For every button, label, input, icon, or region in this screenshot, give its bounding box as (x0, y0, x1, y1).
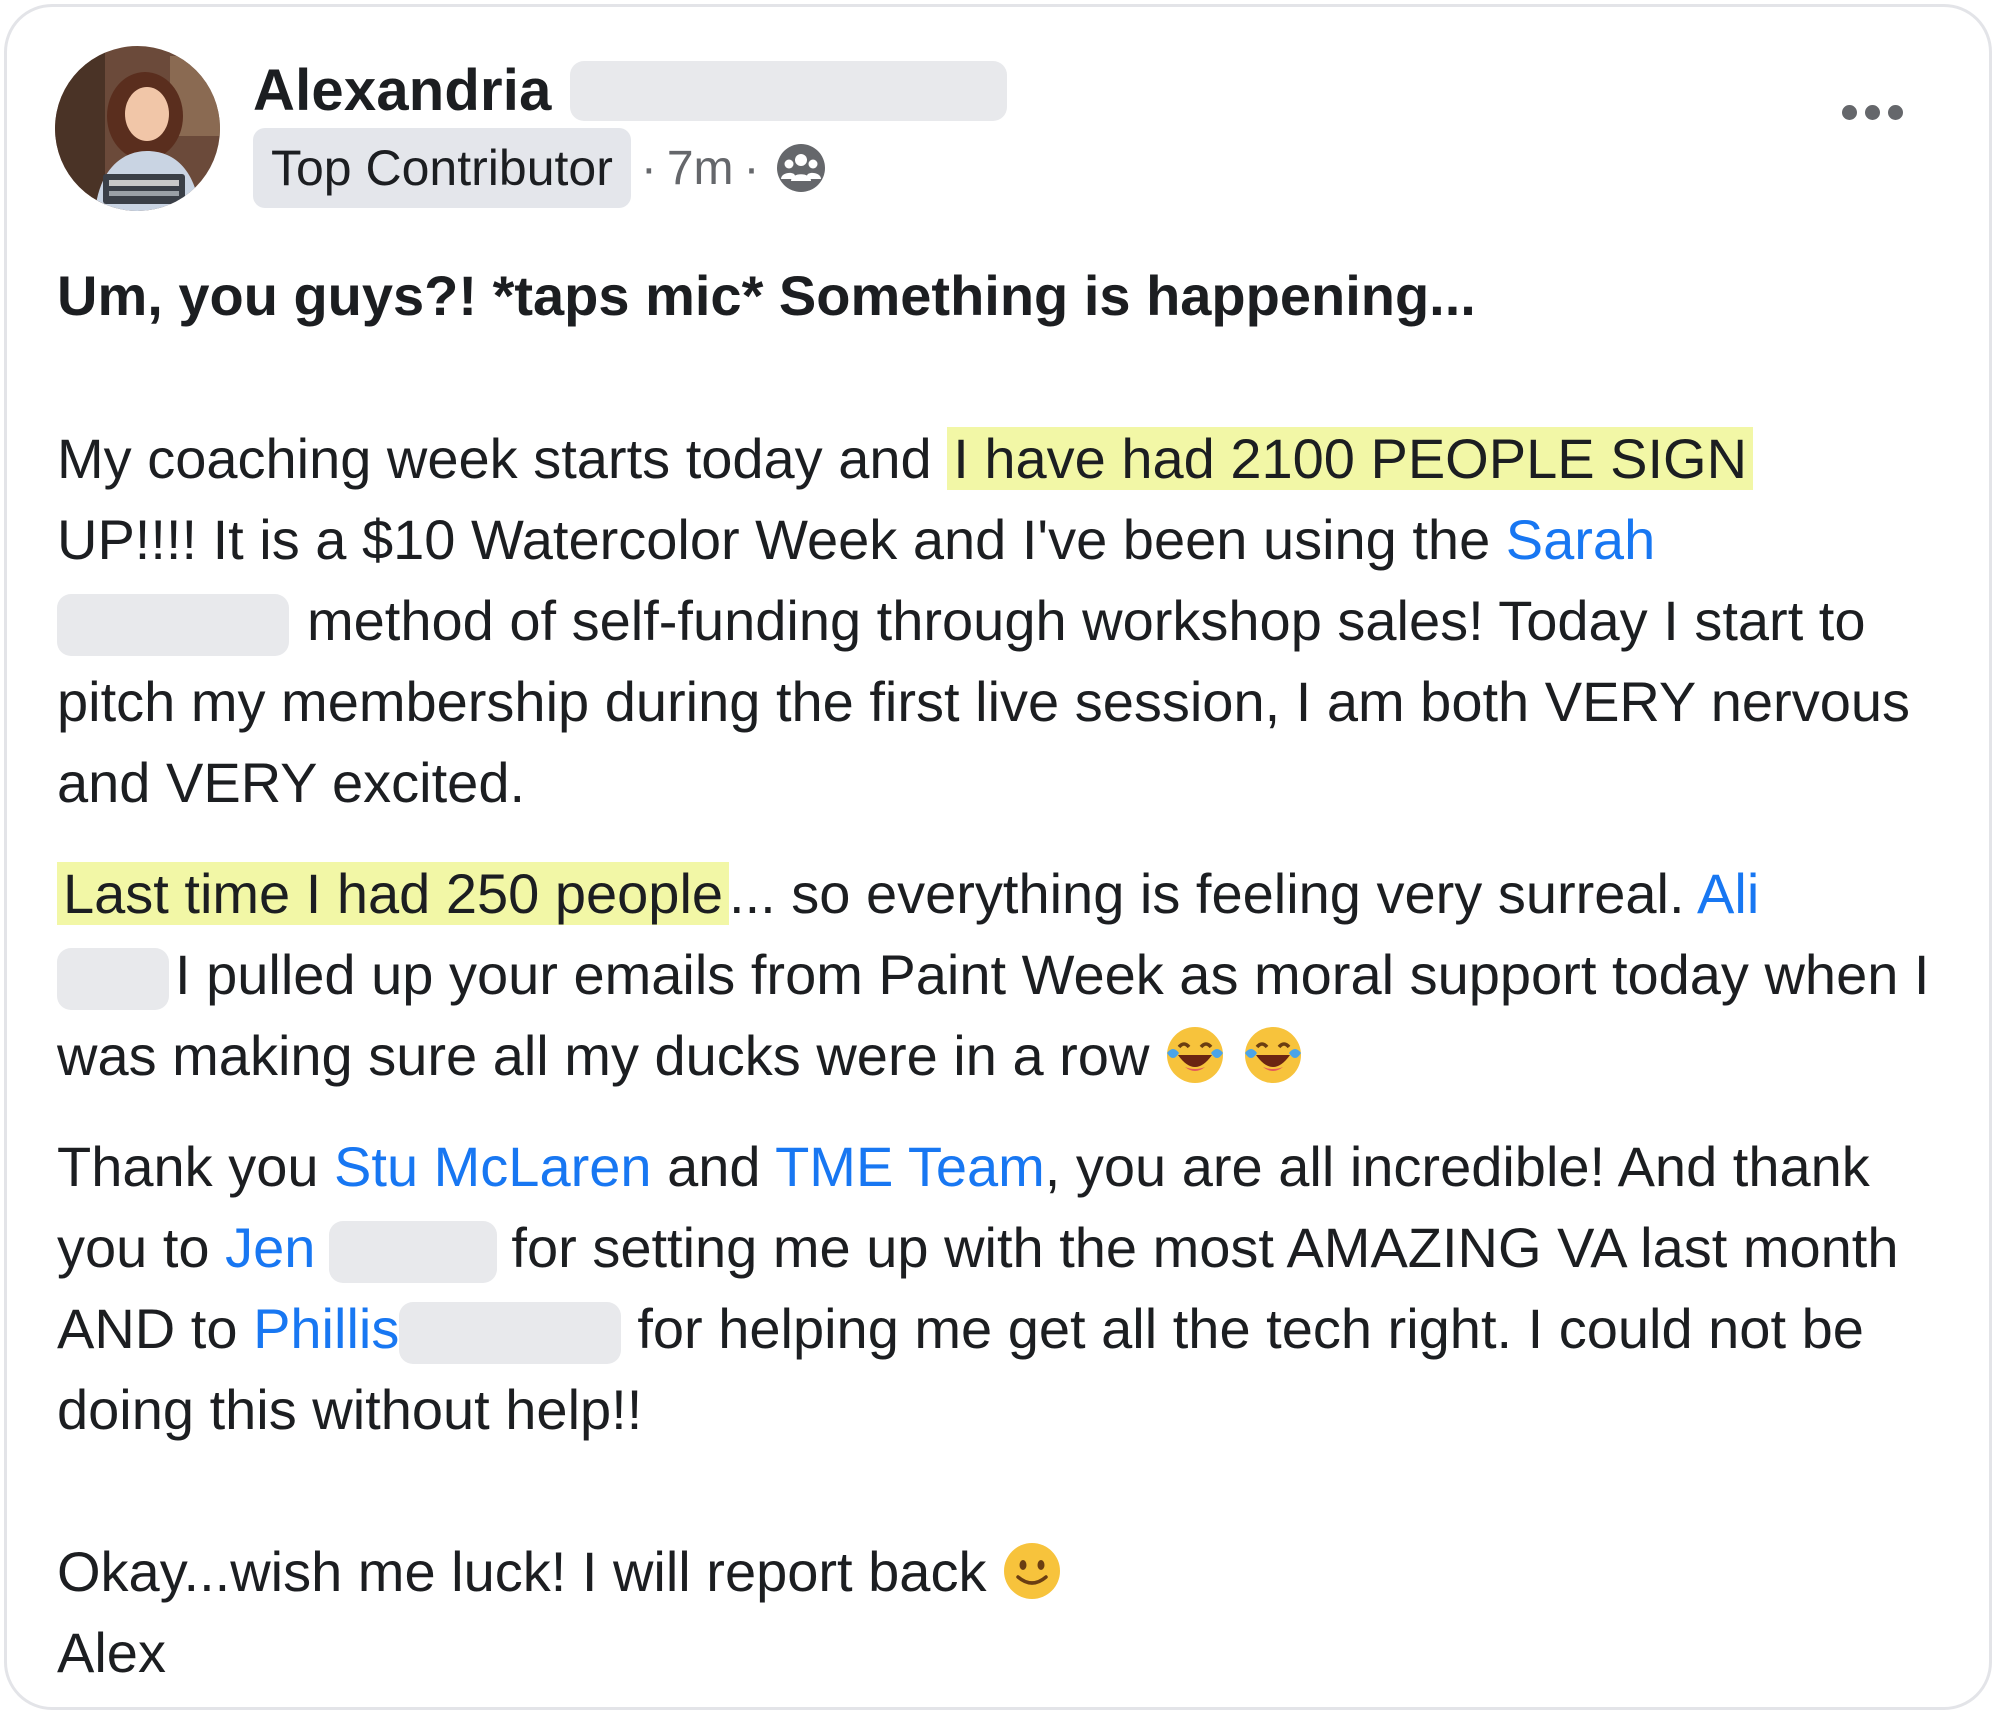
post-card: Alexandria Top Contributor · 7m · Um, yo… (4, 4, 1992, 1710)
text-span: ... so everything is feeling very surrea… (729, 862, 1698, 925)
text-span: I pulled up your emails from Paint Week … (57, 943, 1930, 1087)
text-span: method of self-funding through workshop … (57, 589, 1910, 814)
redacted-text (57, 594, 289, 657)
paragraph-1: My coaching week starts today and I have… (57, 418, 1957, 823)
post-body: Um, you guys?! *taps mic* Something is h… (57, 255, 1957, 1693)
redacted-text (329, 1221, 498, 1284)
post-headline: Um, you guys?! *taps mic* Something is h… (57, 264, 1476, 327)
meta-row: Top Contributor · 7m · (253, 128, 826, 208)
text-span: My coaching week starts today and (57, 427, 948, 490)
tears-of-joy-emoji (1167, 1027, 1224, 1083)
smile-emoji (1004, 1543, 1061, 1599)
mention-link[interactable]: TME Team (775, 1135, 1045, 1198)
mention-link[interactable]: Stu McLaren (334, 1135, 652, 1198)
redacted-text (399, 1302, 622, 1365)
text-span: UP!!!! It is a $10 Watercolor Week and I… (57, 508, 1506, 571)
profile-photo-icon (55, 46, 220, 211)
author-name[interactable]: Alexandria (253, 62, 552, 120)
highlighted-text: I have had 2100 PEOPLE SIGN (947, 427, 1754, 490)
more-dots-icon (1842, 105, 1857, 120)
text-span: Okay...wish me luck! I will report back (57, 1540, 987, 1603)
more-options-button[interactable] (1842, 105, 1903, 120)
post-timestamp[interactable]: 7m (667, 141, 734, 196)
mention-link[interactable]: Sarah (1506, 508, 1655, 571)
mention-link[interactable]: Ali (1697, 862, 1759, 925)
author-avatar[interactable] (55, 46, 220, 211)
more-dots-icon (1865, 105, 1880, 120)
redacted-text (57, 948, 169, 1011)
mention-link[interactable]: Phillis (253, 1297, 399, 1360)
redacted-surname (569, 61, 1007, 121)
signature: Alex (57, 1621, 166, 1684)
text-span: Thank you (57, 1135, 335, 1198)
separator-dot: · (743, 141, 760, 195)
top-contributor-badge[interactable]: Top Contributor (253, 128, 631, 208)
paragraph-4: Okay...wish me luck! I will report back … (57, 1531, 1957, 1693)
highlighted-text: Last time I had 250 people (57, 862, 730, 925)
separator-dot: · (640, 141, 657, 195)
paragraph-3: Thank you Stu McLaren and TME Team, you … (57, 1126, 1957, 1450)
group-icon[interactable] (776, 143, 826, 193)
text-span: and (651, 1135, 776, 1198)
mention-link[interactable]: Jen (225, 1216, 315, 1279)
author-row: Alexandria (253, 51, 1007, 131)
more-dots-icon (1888, 105, 1903, 120)
tears-of-joy-emoji (1245, 1027, 1302, 1083)
paragraph-2: Last time I had 250 people... so everyth… (57, 853, 1957, 1096)
